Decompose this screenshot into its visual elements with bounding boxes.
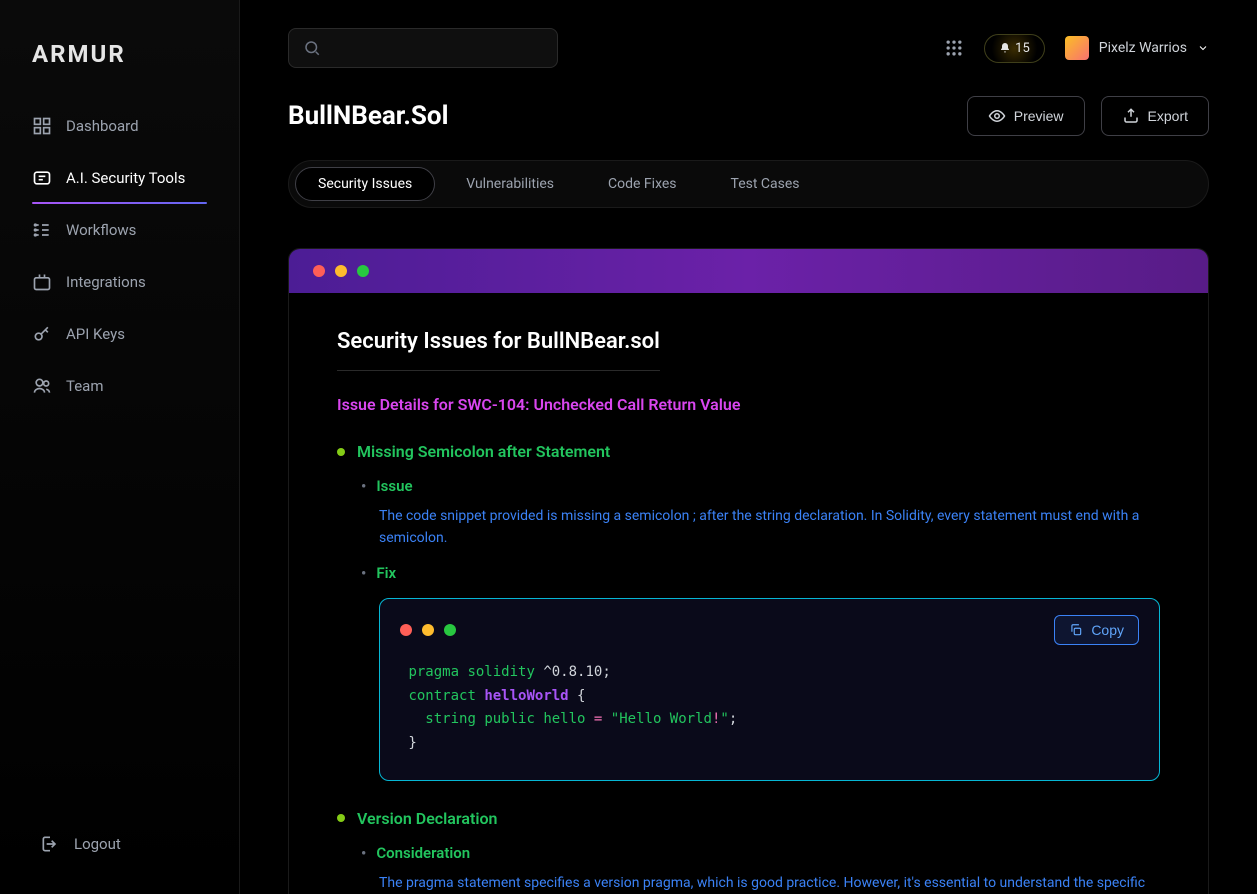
bell-icon	[999, 42, 1011, 54]
sidebar-item-label: A.I. Security Tools	[66, 169, 185, 187]
apps-grid-icon[interactable]	[944, 38, 964, 58]
nav: Dashboard A.I. Security Tools Workflows …	[0, 100, 239, 818]
section-title: Security Issues for BullNBear.sol	[337, 329, 660, 371]
sub-text: The code snippet provided is missing a s…	[379, 505, 1160, 550]
topic-block: Missing Semicolon after Statement Issue …	[337, 442, 1160, 781]
topic-block: Version Declaration Consideration The pr…	[337, 809, 1160, 894]
sidebar-item-api-keys[interactable]: API Keys	[0, 308, 239, 360]
logout-button[interactable]: Logout	[0, 818, 239, 870]
sub-label: Issue	[361, 477, 1160, 495]
topic-title-text: Version Declaration	[357, 809, 498, 828]
preview-button[interactable]: Preview	[967, 96, 1085, 136]
topic-title: Version Declaration	[337, 809, 1160, 828]
security-tools-icon	[32, 168, 52, 188]
brand-logo: ARMUR	[0, 24, 239, 100]
logout-label: Logout	[74, 835, 121, 853]
code-card-head: Copy	[400, 615, 1139, 645]
sidebar-item-label: Dashboard	[66, 117, 139, 135]
topic-title-text: Missing Semicolon after Statement	[357, 442, 610, 461]
sub-label: Fix	[361, 564, 1160, 582]
page-header: BullNBear.Sol Preview Export	[288, 96, 1209, 136]
topic-title: Missing Semicolon after Statement	[337, 442, 1160, 461]
eye-icon	[988, 107, 1006, 125]
sidebar-item-team[interactable]: Team	[0, 360, 239, 412]
traffic-lights	[400, 624, 456, 636]
dashboard-icon	[32, 116, 52, 136]
bullet-icon	[337, 814, 345, 822]
sidebar-item-label: Team	[66, 377, 104, 395]
sub-issue: Issue The code snippet provided is missi…	[361, 477, 1160, 550]
workflows-icon	[32, 220, 52, 240]
avatar	[1065, 36, 1089, 60]
copy-button[interactable]: Copy	[1054, 615, 1139, 645]
tab-security-issues[interactable]: Security Issues	[295, 167, 435, 201]
main-content: 15 Pixelz Warrios BullNBear.Sol Preview …	[240, 0, 1257, 894]
integrations-icon	[32, 272, 52, 292]
chevron-down-icon	[1197, 42, 1209, 54]
traffic-yellow-icon	[422, 624, 434, 636]
export-icon	[1122, 107, 1140, 125]
tabs: Security Issues Vulnerabilities Code Fix…	[288, 160, 1209, 208]
topbar: 15 Pixelz Warrios	[288, 28, 1209, 68]
results-panel: Security Issues for BullNBear.sol Issue …	[288, 248, 1209, 894]
copy-icon	[1069, 623, 1083, 637]
tab-code-fixes[interactable]: Code Fixes	[585, 167, 700, 201]
traffic-red-icon	[400, 624, 412, 636]
user-menu[interactable]: Pixelz Warrios	[1065, 36, 1209, 60]
preview-label: Preview	[1014, 108, 1064, 124]
bullet-icon	[337, 448, 345, 456]
panel-header	[289, 249, 1208, 293]
notification-count: 15	[1015, 41, 1030, 56]
user-name: Pixelz Warrios	[1099, 40, 1187, 56]
key-icon	[32, 324, 52, 344]
sidebar-item-label: Integrations	[66, 273, 146, 291]
sidebar-item-workflows[interactable]: Workflows	[0, 204, 239, 256]
header-actions: Preview Export	[967, 96, 1209, 136]
tab-vulnerabilities[interactable]: Vulnerabilities	[443, 167, 577, 201]
search-input[interactable]	[288, 28, 558, 68]
sidebar: ARMUR Dashboard A.I. Security Tools Work…	[0, 0, 240, 894]
sidebar-item-integrations[interactable]: Integrations	[0, 256, 239, 308]
sidebar-item-dashboard[interactable]: Dashboard	[0, 100, 239, 152]
sub-text: The pragma statement specifies a version…	[379, 872, 1160, 894]
traffic-red-icon	[313, 265, 325, 277]
panel-body: Security Issues for BullNBear.sol Issue …	[289, 293, 1208, 894]
sidebar-item-label: API Keys	[66, 325, 125, 343]
search-icon	[303, 39, 321, 57]
code-block: pragma solidity ^0.8.10; contract helloW…	[400, 661, 1139, 756]
sidebar-item-label: Workflows	[66, 221, 136, 239]
sidebar-item-security-tools[interactable]: A.I. Security Tools	[0, 152, 239, 204]
export-button[interactable]: Export	[1101, 96, 1209, 136]
export-label: Export	[1148, 108, 1188, 124]
traffic-green-icon	[357, 265, 369, 277]
code-card: Copy pragma solidity ^0.8.10; contract h…	[379, 598, 1160, 781]
team-icon	[32, 376, 52, 396]
traffic-green-icon	[444, 624, 456, 636]
sub-consideration: Consideration The pragma statement speci…	[361, 844, 1160, 894]
logout-icon	[40, 834, 60, 854]
page-title: BullNBear.Sol	[288, 101, 448, 131]
traffic-lights	[313, 265, 1184, 277]
notification-badge[interactable]: 15	[984, 34, 1045, 63]
copy-label: Copy	[1091, 622, 1124, 638]
issue-header: Issue Details for SWC-104: Unchecked Cal…	[337, 395, 1160, 414]
traffic-yellow-icon	[335, 265, 347, 277]
sub-fix: Fix Copy	[361, 564, 1160, 781]
tab-test-cases[interactable]: Test Cases	[708, 167, 823, 201]
sub-label: Consideration	[361, 844, 1160, 862]
